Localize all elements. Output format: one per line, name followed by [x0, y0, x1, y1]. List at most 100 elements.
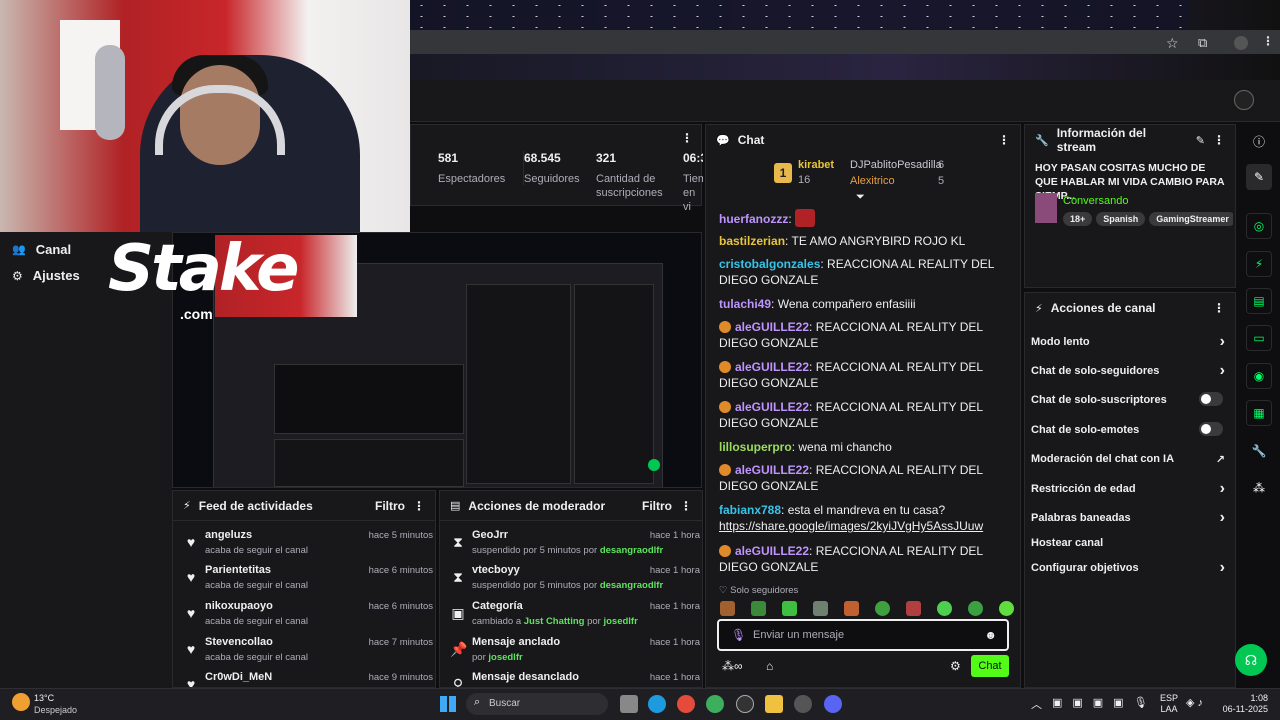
chrome-active-icon[interactable]	[706, 695, 724, 713]
heart-icon: ♥	[186, 605, 196, 621]
chrome-icon[interactable]	[677, 695, 695, 713]
discord-icon[interactable]	[824, 695, 842, 713]
chat-settings-icon[interactable]: ⚙	[950, 659, 961, 673]
chevron-right-icon: ›	[1219, 362, 1225, 379]
action-banned-words[interactable]: Palabras baneadas ›	[1031, 509, 1229, 526]
category-thumbnail	[1035, 193, 1057, 223]
apps-icon[interactable]: ⁂	[1246, 475, 1272, 501]
list-item[interactable]: ♥ Parientetitas acaba de seguir el canal ha…	[183, 564, 433, 598]
clock[interactable]: 1:08 06-11-2025	[1222, 693, 1268, 715]
feed-filter-button[interactable]: Filtro	[375, 499, 405, 513]
category-name[interactable]: Conversando	[1063, 195, 1128, 207]
list-item[interactable]: ⧗ GeoJrr suspendido por 5 minutos por desa…	[450, 529, 700, 563]
chat-menu-icon[interactable]: ⋮	[998, 133, 1010, 147]
stats-menu-icon[interactable]: ⋮	[681, 131, 693, 145]
feed-menu-icon[interactable]: ⋮	[413, 499, 425, 513]
network-volume-icons[interactable]: ◈ ♪	[1186, 696, 1203, 709]
chat-link[interactable]: https://share.google/images/2kyiJVgHy5As…	[719, 519, 983, 533]
tray-chevron-icon[interactable]: ︿	[1031, 696, 1042, 712]
emote-picker-icon[interactable]: ⁂∞	[722, 659, 743, 673]
action-followers-only[interactable]: Chat de solo-seguidores ›	[1031, 362, 1229, 379]
toggle-switch[interactable]	[1199, 392, 1223, 406]
info-menu-icon[interactable]: ⋮	[1213, 133, 1225, 147]
list-item[interactable]: ♥ angeluzs acaba de seguir el canal hace 5 …	[183, 529, 433, 563]
sidebar-item-label: Canal	[35, 242, 72, 257]
wrench-icon: 🔧	[1035, 134, 1049, 147]
file-explorer-icon[interactable]	[620, 695, 638, 713]
badge-icon	[719, 361, 731, 373]
chevron-right-icon: ›	[1219, 559, 1225, 576]
list-item[interactable]: ▣ Categoría cambiado a Just Chatting por j…	[450, 600, 700, 634]
mic-icon[interactable]: 🎙	[731, 628, 746, 642]
tray-icons[interactable]: ▣▣▣▣🎙	[1052, 696, 1158, 709]
heart-icon: ♡	[719, 585, 728, 596]
bookmark-star-icon[interactable]: ☆	[1166, 35, 1179, 52]
windows-start-icon[interactable]	[440, 696, 456, 712]
list-item[interactable]: 📌 Mensaje anclado por josedlfr hace 1 hora	[450, 636, 700, 670]
leader-first-name[interactable]: kirabet	[798, 159, 834, 171]
action-ai-moderation[interactable]: Moderación del chat con IA ↗	[1031, 453, 1229, 466]
edit-icon[interactable]: ✎	[1196, 134, 1205, 147]
action-slow-mode[interactable]: Modo lento ›	[1031, 333, 1229, 350]
media-player-icon[interactable]	[794, 695, 812, 713]
users-icon: 👥	[12, 244, 26, 256]
extensions-icon[interactable]: ⧉	[1198, 35, 1207, 51]
browser-menu-icon[interactable]: ⋮	[1262, 34, 1274, 48]
chat-message: cristobalgonzales: REACCIONA AL REALITY …	[719, 257, 994, 287]
chevron-down-icon[interactable]: ⏷	[856, 191, 865, 204]
gear-icon: ⚙	[12, 268, 23, 283]
stream-stats-panel: ⋮ 581 Espectadores 68.545 Seguidores 321 Ca…	[410, 124, 703, 213]
list-item[interactable]: ♥ Stevencollao acaba de seguir el canal hac…	[183, 636, 433, 670]
leader-third-name[interactable]: Alexitrico	[850, 175, 895, 187]
layout-icon[interactable]: ▦	[1246, 400, 1272, 426]
action-host-channel[interactable]: Hostear canal	[1031, 537, 1229, 549]
badge-icon	[719, 545, 731, 557]
address-bar[interactable]	[410, 30, 1280, 54]
chat-message: aleGUILLE22: REACCIONA AL REALITY DEL DI…	[719, 360, 983, 390]
webcam-overlay	[0, 0, 410, 232]
edge-icon[interactable]	[648, 695, 666, 713]
info-icon[interactable]: ⓘ	[1246, 128, 1272, 154]
sidebar-item-ajustes[interactable]: ⚙ Ajustes	[12, 268, 80, 283]
pencil-icon[interactable]: ✎	[1246, 164, 1272, 190]
tag[interactable]: Spanish	[1096, 212, 1146, 226]
action-subscribers-only[interactable]: Chat de solo-suscriptores	[1031, 392, 1229, 406]
action-age-restriction[interactable]: Restricción de edad ›	[1031, 480, 1229, 497]
folder-icon[interactable]	[765, 695, 783, 713]
action-emotes-only[interactable]: Chat de solo-emotes	[1031, 422, 1229, 436]
mod-menu-icon[interactable]: ⋮	[680, 499, 692, 513]
weather-temp[interactable]: 13°C	[34, 693, 54, 703]
chat-input[interactable]: 🎙 Enviar un mensaje ☻	[717, 619, 1009, 651]
emoji-icon[interactable]: ☻	[984, 628, 997, 642]
broadcast-icon[interactable]: ◉	[1246, 363, 1272, 389]
lightning-icon[interactable]: ⚡	[1246, 251, 1272, 277]
panel-title: Feed de actividades	[198, 498, 313, 513]
list-item[interactable]: ⧗ vtecboyy suspendido por 5 minutos por de…	[450, 564, 700, 598]
language-indicator[interactable]: ESP LAA	[1160, 693, 1178, 715]
app-icon[interactable]	[736, 695, 754, 713]
send-chat-button[interactable]: Chat	[971, 655, 1009, 677]
tag[interactable]: 18+	[1063, 212, 1093, 226]
list-item[interactable]: ⚲ Mensaje desanclado hace 1 hora	[450, 671, 700, 687]
user-avatar[interactable]	[1234, 90, 1254, 110]
support-chat-button[interactable]: ☊	[1235, 644, 1267, 676]
sidebar-item-canal[interactable]: 👥 Canal	[12, 242, 71, 257]
store-icon[interactable]: ⌂	[766, 659, 773, 673]
list-item[interactable]: ♥ nikoxupaoyo acaba de seguir el canal hace…	[183, 600, 433, 634]
action-goals[interactable]: Configurar objetivos ›	[1031, 559, 1229, 576]
taskbar-search[interactable]: ⌕ Buscar	[466, 693, 608, 715]
mod-filter-button[interactable]: Filtro	[642, 499, 672, 513]
leader-second-name[interactable]: DJPablitoPesadilla	[850, 159, 942, 171]
list-icon: ▤	[450, 500, 461, 512]
chat-icon[interactable]: ▭	[1246, 325, 1272, 351]
wrench-icon[interactable]: 🔧	[1246, 438, 1272, 464]
target-icon[interactable]: ◎	[1246, 213, 1272, 239]
toggle-switch[interactable]	[1199, 422, 1223, 436]
tag[interactable]: GamingStreamer	[1149, 212, 1233, 226]
list-item[interactable]: ♥ Cr0wDi_MeN hace 9 minutos	[183, 671, 433, 687]
document-icon[interactable]: ▤	[1246, 288, 1272, 314]
actions-menu-icon[interactable]: ⋮	[1213, 301, 1225, 315]
profile-icon[interactable]	[1234, 36, 1248, 50]
chat-message: huerfanozzz:	[719, 209, 1014, 227]
search-label: Buscar	[489, 698, 521, 709]
